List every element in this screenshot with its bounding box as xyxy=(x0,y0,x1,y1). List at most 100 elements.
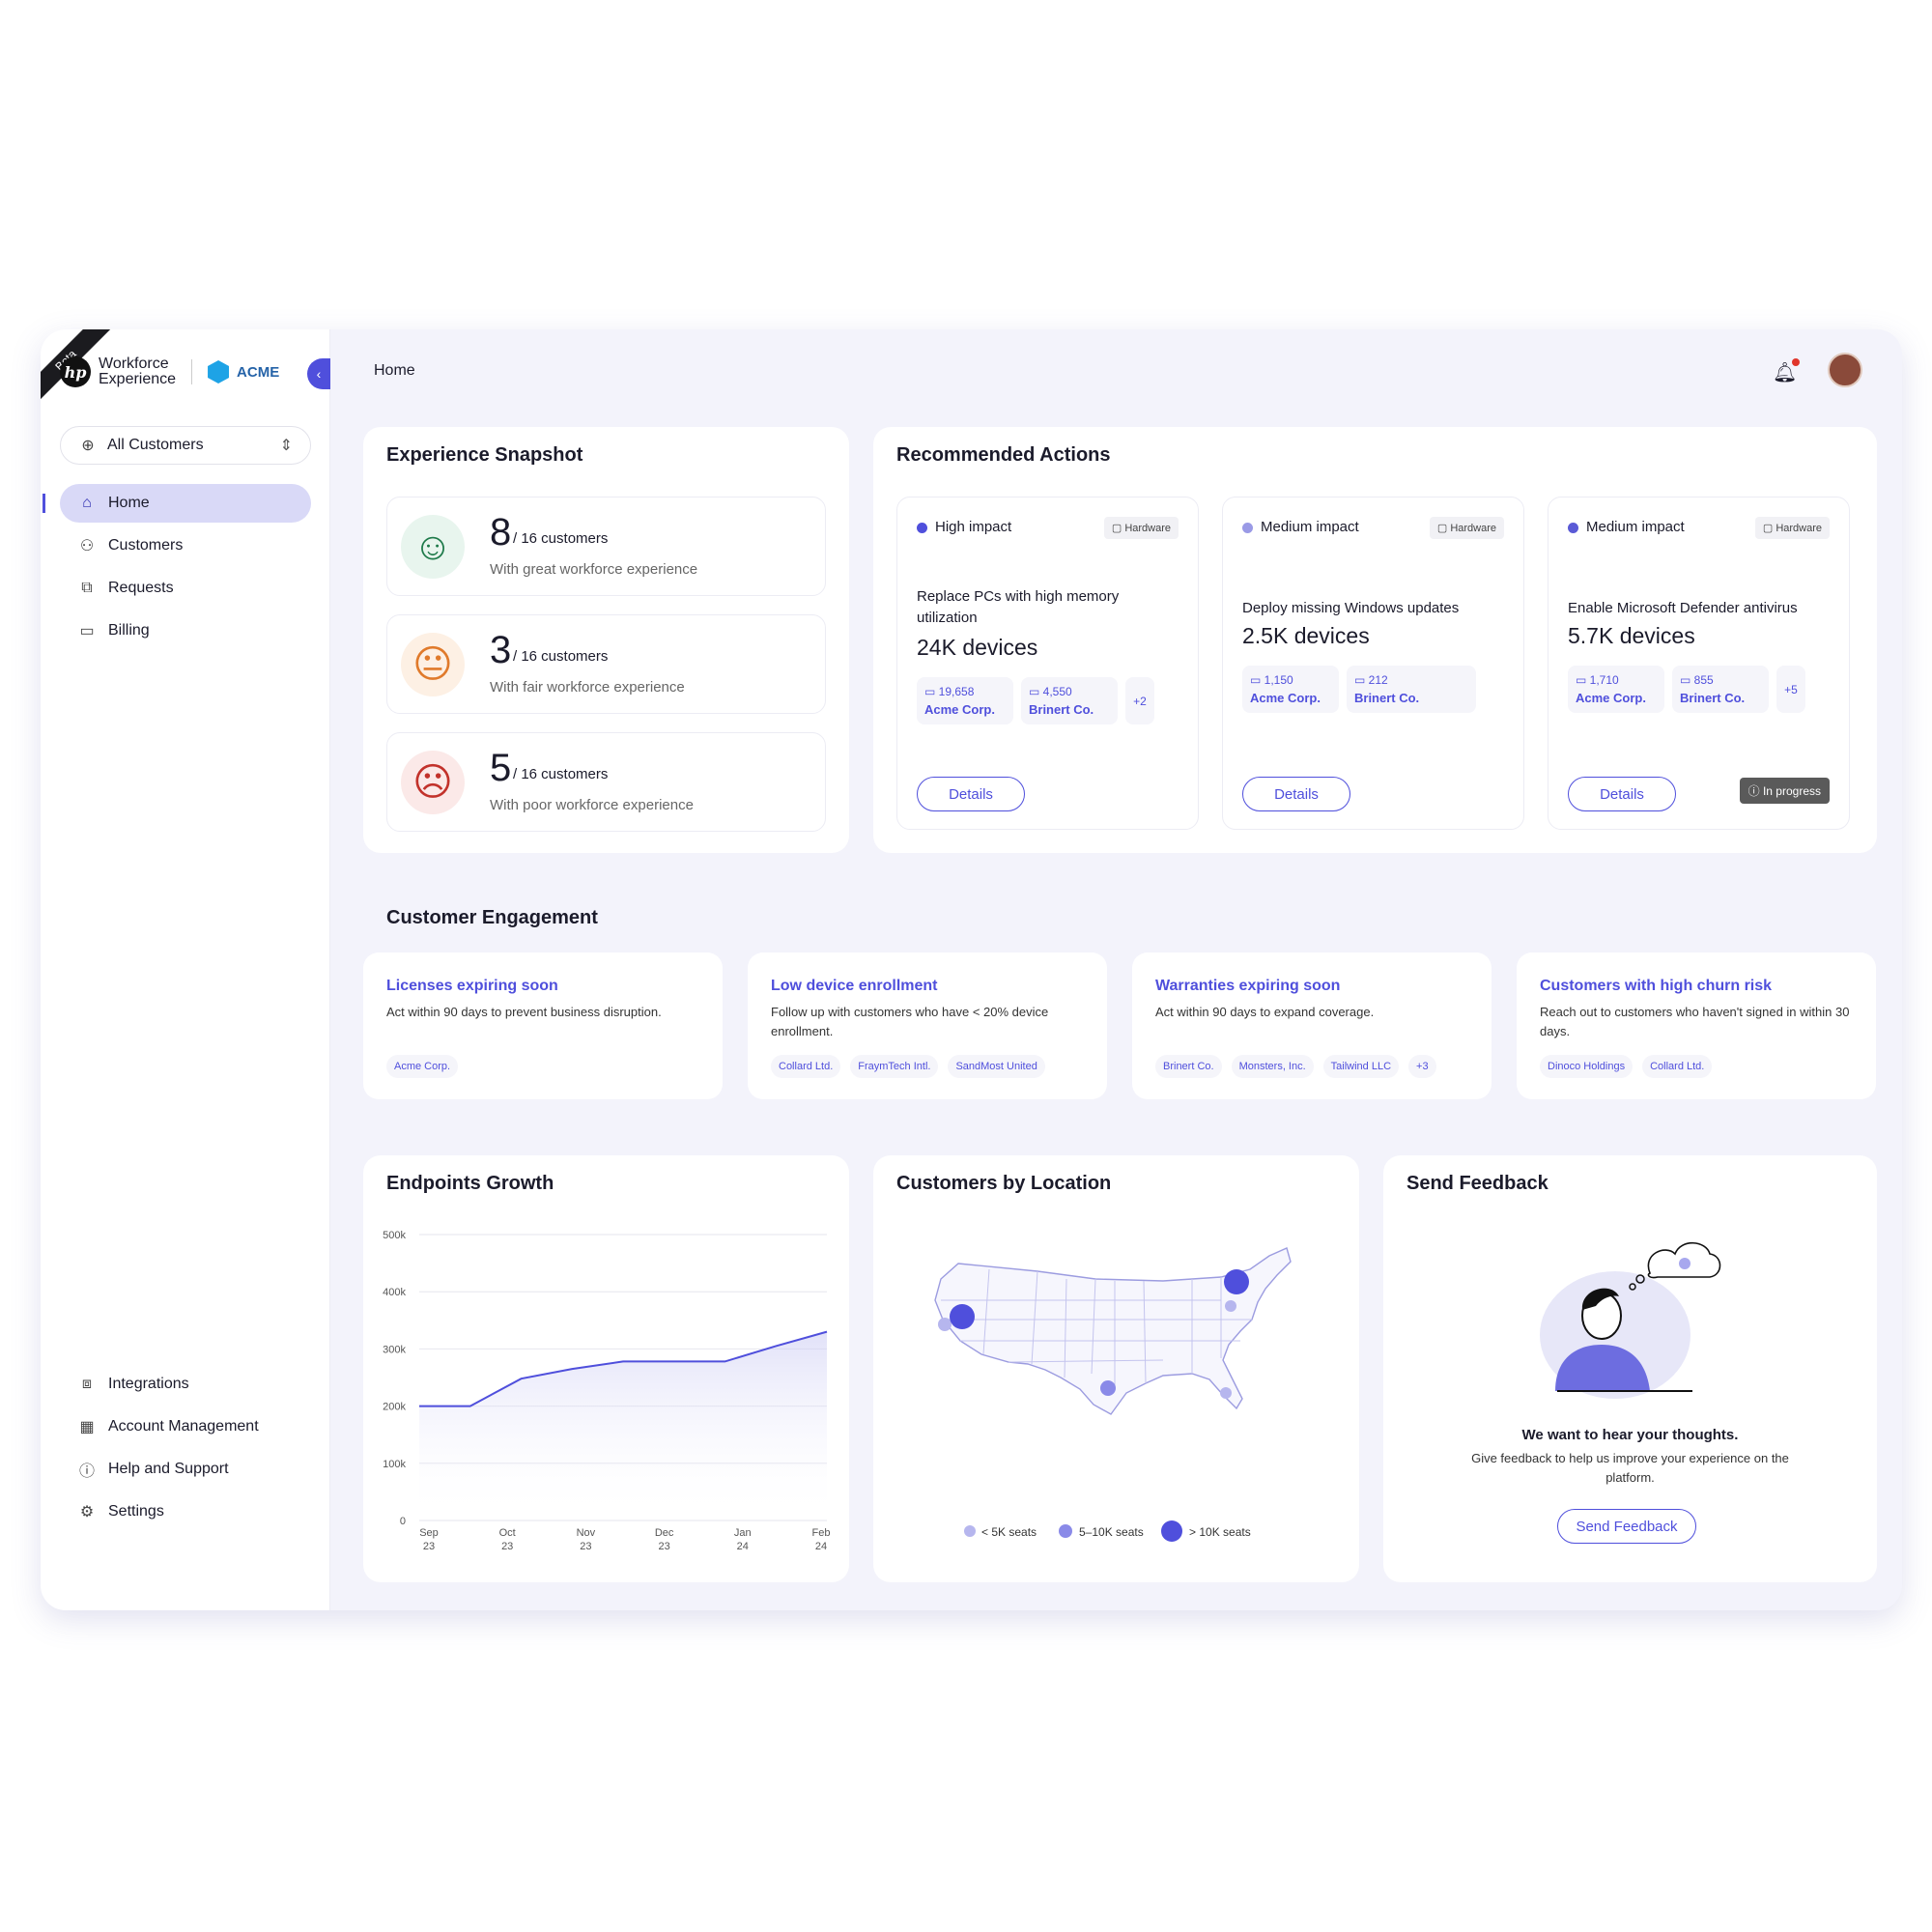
sidebar-item-integrations[interactable]: ⧈ Integrations xyxy=(60,1365,311,1404)
sidebar-item-billing[interactable]: ▭ Billing xyxy=(60,611,311,650)
engagement-title: Licenses expiring soon xyxy=(386,978,558,994)
customer-tag[interactable]: Brinert Co. xyxy=(1155,1055,1222,1078)
hardware-tag: ▢ Hardware xyxy=(1429,517,1504,539)
chip-customer: Brinert Co. xyxy=(1029,702,1094,717)
engagement-card[interactable]: Customers with high churn risk Reach out… xyxy=(1517,952,1876,1099)
customer-tag[interactable]: Monsters, Inc. xyxy=(1231,1055,1314,1078)
sidebar-item-label: Help and Support xyxy=(108,1461,229,1477)
snapshot-count: 3 xyxy=(490,629,512,671)
customer-tag[interactable]: Acme Corp. xyxy=(386,1055,459,1078)
customer-chip[interactable]: ▭ 212 Brinert Co. xyxy=(1347,666,1476,713)
sidebar-item-customers[interactable]: ⚇ Customers xyxy=(60,526,311,565)
location-marker-medium[interactable] xyxy=(1100,1380,1116,1396)
snapshot-row-fair[interactable]: 😐︎ 3 / 16 customers With fair workforce … xyxy=(386,614,826,714)
more-tag[interactable]: +3 xyxy=(1408,1055,1436,1078)
snapshot-total: / 16 customers xyxy=(513,648,609,665)
requests-icon: ⧉ xyxy=(81,580,93,596)
y-tick-label: 0 xyxy=(400,1516,406,1527)
engagement-card[interactable]: Low device enrollment Follow up with cus… xyxy=(748,952,1107,1099)
customer-chip[interactable]: ▭ 855 Brinert Co. xyxy=(1672,666,1769,713)
collapse-sidebar-button[interactable]: ‹ xyxy=(307,358,330,389)
tag-text: Hardware xyxy=(1124,523,1171,534)
bottom-nav: ⧈ Integrations ▦ Account Management ⓘ He… xyxy=(60,1365,311,1535)
laptop-icon: ▭ xyxy=(1576,673,1590,687)
engagement-title: Low device enrollment xyxy=(771,978,938,994)
action-card: Medium impact ▢ Hardware Enable Microsof… xyxy=(1548,497,1850,830)
sidebar-item-settings[interactable]: ⚙ Settings xyxy=(60,1492,311,1531)
engagement-desc: Act within 90 days to expand coverage. xyxy=(1155,1005,1375,1019)
more-customers-chip[interactable]: +5 xyxy=(1776,666,1805,713)
endpoints-growth-chart: 500k 400k 300k 200k 100k 0 Sep 23 Oct 23 Nov 23 Dec 2… xyxy=(383,1230,830,1552)
legend-label: 5–10K seats xyxy=(1079,1525,1144,1539)
recommended-actions-card: Recommended Actions High impact ▢ Hardwa… xyxy=(873,427,1877,853)
customer-chips: ▭ 19,658 Acme Corp. ▭ 4,550 Brinert Co. +2 xyxy=(917,677,1154,724)
impact-text: Medium impact xyxy=(1586,519,1685,535)
customer-tag[interactable]: Tailwind LLC xyxy=(1322,1055,1400,1078)
snapshot-desc: With fair workforce experience xyxy=(490,679,685,696)
y-tick-label: 300k xyxy=(383,1344,406,1355)
laptop-icon: ▭ xyxy=(1680,673,1694,687)
customers-by-location-card: Customers by Location < 5K seats 5–10K s… xyxy=(873,1155,1359,1582)
engagement-card[interactable]: Warranties expiring soon Act within 90 d… xyxy=(1132,952,1492,1099)
location-marker-small[interactable] xyxy=(1225,1300,1236,1312)
billing-icon: ▭ xyxy=(79,623,95,639)
snapshot-total: / 16 customers xyxy=(513,530,609,547)
x-tick-label: 24 xyxy=(737,1541,749,1552)
laptop-icon: ▭ xyxy=(1354,673,1369,687)
sidebar-item-requests[interactable]: ⧉ Requests xyxy=(60,569,311,608)
feedback-heading: We want to hear your thoughts. xyxy=(1521,1427,1739,1443)
customer-chip[interactable]: ▭ 4,550 Brinert Co. xyxy=(1021,677,1118,724)
lightbulb-icon xyxy=(1679,1258,1690,1269)
snapshot-row-great[interactable]: ☺ 8 / 16 customers With great workforce … xyxy=(386,497,826,596)
customer-tag[interactable]: Collard Ltd. xyxy=(1642,1055,1713,1078)
home-icon: ⌂ xyxy=(82,495,92,511)
chip-count: 4,550 xyxy=(1042,685,1072,698)
customer-tag[interactable]: Collard Ltd. xyxy=(771,1055,841,1078)
more-customers-chip[interactable]: +2 xyxy=(1125,677,1154,724)
details-button[interactable]: Details xyxy=(1568,777,1676,811)
customer-tag[interactable]: Dinoco Holdings xyxy=(1540,1055,1634,1078)
sidebar-item-account-management[interactable]: ▦ Account Management xyxy=(60,1407,311,1446)
snapshot-desc: With poor workforce experience xyxy=(490,797,694,813)
x-tick-label: Oct xyxy=(499,1527,516,1539)
customer-selector[interactable]: ⊕ All Customers ⇕ xyxy=(60,426,311,465)
x-tick-label: Sep xyxy=(419,1527,439,1539)
snapshot-count: 5 xyxy=(490,747,512,789)
customer-chip[interactable]: ▭ 1,710 Acme Corp. xyxy=(1568,666,1664,713)
customer-tag[interactable]: FraymTech Intl. xyxy=(850,1055,939,1078)
chip-customer: Acme Corp. xyxy=(1250,691,1321,705)
sidebar-item-home[interactable]: ⌂ Home xyxy=(43,484,311,523)
location-marker-small[interactable] xyxy=(1220,1387,1232,1399)
engagement-tags: Brinert Co. Monsters, Inc. Tailwind LLC … xyxy=(1155,1055,1436,1078)
notification-badge xyxy=(1792,358,1800,366)
legend-dot-medium xyxy=(1059,1524,1072,1538)
engagement-desc: Reach out to customers who haven't signe… xyxy=(1540,1005,1850,1038)
breadcrumb[interactable]: Home xyxy=(374,362,415,380)
avatar[interactable] xyxy=(1828,353,1862,387)
customer-chips: ▭ 1,710 Acme Corp. ▭ 855 Brinert Co. +5 xyxy=(1568,666,1805,713)
send-feedback-button[interactable]: Send Feedback xyxy=(1557,1509,1696,1544)
customer-tag[interactable]: SandMost United xyxy=(948,1055,1045,1078)
engagement-card[interactable]: Licenses expiring soon Act within 90 day… xyxy=(363,952,723,1099)
action-title: Deploy missing Windows updates xyxy=(1242,600,1460,616)
chip-count: 1,150 xyxy=(1264,673,1293,687)
sidebar-item-help[interactable]: ⓘ Help and Support xyxy=(60,1450,311,1489)
location-marker-large[interactable] xyxy=(1224,1269,1249,1294)
logo[interactable]: hp Workforce Experience ACME xyxy=(60,356,279,387)
laptop-icon: ▭ xyxy=(1250,673,1264,687)
y-tick-label: 500k xyxy=(383,1230,406,1241)
customer-chips: ▭ 1,150 Acme Corp. ▭ 212 Brinert Co. xyxy=(1242,666,1476,713)
divider xyxy=(191,359,193,384)
device-count: 5.7K devices xyxy=(1568,623,1695,648)
snapshot-row-poor[interactable]: ☹ 5 / 16 customers With poor workforce e… xyxy=(386,732,826,832)
customer-chip[interactable]: ▭ 1,150 Acme Corp. xyxy=(1242,666,1339,713)
engagement-title: Warranties expiring soon xyxy=(1155,978,1341,994)
location-marker-small[interactable] xyxy=(938,1318,952,1331)
location-marker-large[interactable] xyxy=(950,1304,975,1329)
details-button[interactable]: Details xyxy=(917,777,1025,811)
sidebar-item-label: Billing xyxy=(108,622,150,639)
customer-chip[interactable]: ▭ 19,658 Acme Corp. xyxy=(917,677,1013,724)
impact-label: Medium impact xyxy=(1242,519,1359,535)
impact-text: Medium impact xyxy=(1261,519,1359,535)
details-button[interactable]: Details xyxy=(1242,777,1350,811)
